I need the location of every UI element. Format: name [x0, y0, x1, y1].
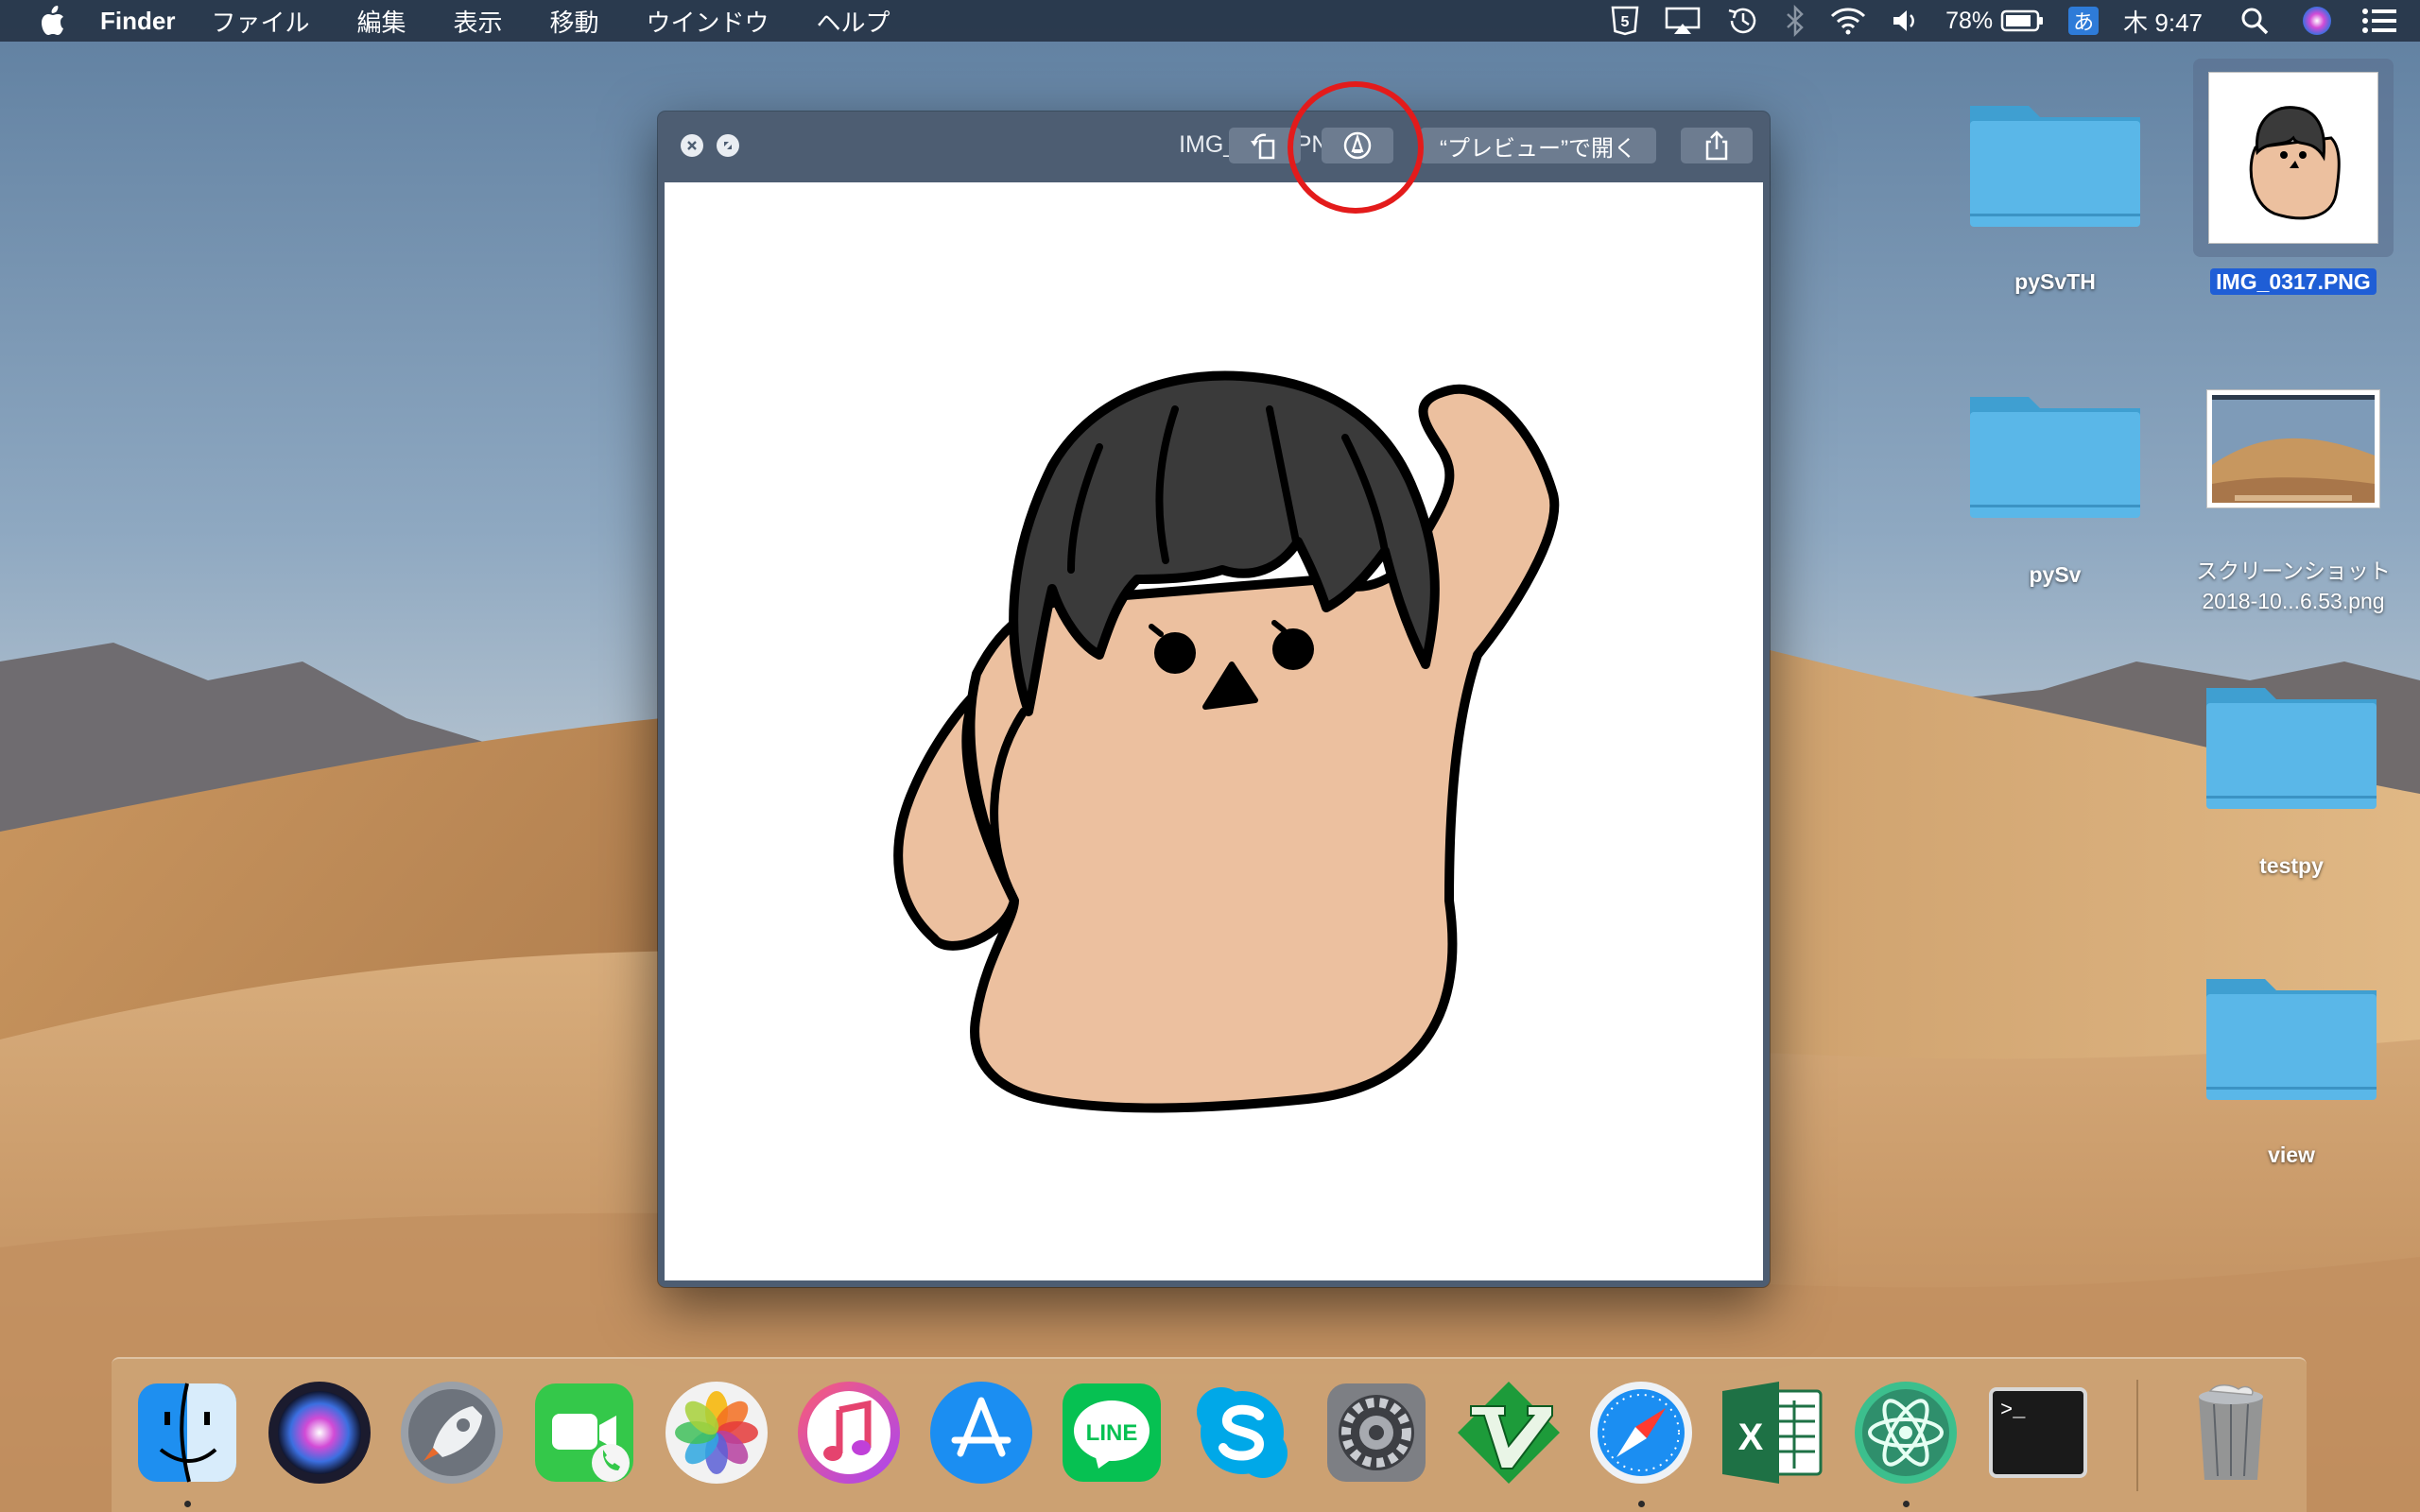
- dock-vim[interactable]: [1454, 1378, 1564, 1487]
- skype-icon: [1197, 1387, 1288, 1478]
- dock-facetime[interactable]: [529, 1378, 639, 1487]
- desktop-folder-pysvth[interactable]: pySvTH: [1961, 83, 2150, 301]
- screenshot-thumbnail-icon: [2206, 389, 2380, 508]
- finder-icon: [138, 1383, 236, 1483]
- dock-line[interactable]: LINE: [1057, 1378, 1167, 1487]
- facetime-icon: [535, 1383, 633, 1482]
- folder-icon: [1970, 397, 2140, 518]
- terminal-icon: >_: [1989, 1387, 2087, 1478]
- menu-view[interactable]: 表示: [453, 4, 502, 39]
- close-button[interactable]: [681, 134, 703, 157]
- airplay-icon[interactable]: [1664, 0, 1702, 42]
- dock-system-preferences[interactable]: [1322, 1378, 1431, 1487]
- desktop-folder-testpy[interactable]: testpy: [2197, 665, 2386, 883]
- quick-look-window: IMG_0317.PNG “プレビュー”で開く: [658, 112, 1770, 1287]
- siri-icon: [268, 1382, 371, 1484]
- folder-icon: [2206, 688, 2377, 809]
- folder-icon: [1970, 106, 2140, 227]
- desktop-icon-label-line2: 2018-10...6.53.png: [2202, 589, 2385, 613]
- atom-icon: [1855, 1382, 1957, 1484]
- line-logo-text: LINE: [1086, 1420, 1138, 1446]
- menu-bar-status-area: 5 78% あ 木 9:47: [1586, 0, 2420, 42]
- excel-logo-text: X: [1738, 1417, 1764, 1458]
- fullscreen-icon: [724, 142, 732, 149]
- quick-look-preview-area: [665, 182, 1763, 1280]
- excel-icon: X: [1722, 1382, 1823, 1484]
- dock-launchpad[interactable]: [397, 1378, 507, 1487]
- close-icon: [687, 141, 697, 150]
- desktop-file-screenshot[interactable]: スクリーンショット 2018-10...6.53.png: [2196, 386, 2391, 622]
- itunes-music-icon: [798, 1382, 900, 1484]
- dock-finder[interactable]: [132, 1378, 242, 1487]
- menu-bar: Finder ファイル 編集 表示 移動 ウインドウ ヘルプ 5 78% あ 木…: [0, 0, 2420, 42]
- dock-app-store[interactable]: [926, 1378, 1036, 1487]
- desktop-icon-label: view: [2268, 1143, 2315, 1167]
- time-machine-icon[interactable]: [1726, 0, 1760, 42]
- svg-text:5: 5: [1621, 14, 1630, 30]
- battery-icon[interactable]: [2000, 0, 2044, 42]
- gear-icon: [1327, 1383, 1426, 1482]
- rotate-left-icon: [1251, 133, 1275, 160]
- image-thumbnail-icon: [2208, 72, 2378, 244]
- dock-atom[interactable]: [1851, 1378, 1961, 1487]
- photos-icon: [666, 1382, 768, 1484]
- desktop-folder-view[interactable]: view: [2197, 956, 2386, 1174]
- terminal-prompt-text: >_: [2000, 1399, 2026, 1422]
- menu-help[interactable]: ヘルプ: [817, 4, 890, 39]
- notification-center-icon[interactable]: [2361, 0, 2397, 42]
- wifi-icon[interactable]: [1830, 0, 1866, 42]
- dock-siri[interactable]: [265, 1378, 374, 1487]
- dock: LINE X >_: [112, 1357, 2307, 1512]
- quick-look-titlebar[interactable]: IMG_0317.PNG “プレビュー”で開く: [658, 112, 1770, 180]
- menu-go[interactable]: 移動: [550, 4, 599, 39]
- menu-window[interactable]: ウインドウ: [647, 4, 769, 39]
- running-indicator: [184, 1501, 191, 1507]
- dock-terminal[interactable]: >_: [1983, 1378, 2093, 1487]
- trash-icon: [2199, 1384, 2263, 1480]
- desktop-file-img-0317[interactable]: IMG_0317.PNG: [2193, 59, 2394, 304]
- app-store-icon: [930, 1382, 1032, 1484]
- dock-photos[interactable]: [662, 1378, 771, 1487]
- character-illustration: [893, 370, 1560, 1113]
- dock-trash[interactable]: [2176, 1378, 2286, 1487]
- dock-safari[interactable]: [1586, 1378, 1696, 1487]
- vim-icon: [1458, 1382, 1560, 1484]
- menu-edit[interactable]: 編集: [356, 4, 406, 39]
- selected-file-name: IMG_0317.PNG: [2210, 268, 2377, 295]
- spotlight-search-icon[interactable]: [2240, 0, 2269, 42]
- desktop-folder-pysv[interactable]: pySv: [1961, 374, 2150, 592]
- menu-file[interactable]: ファイル: [211, 4, 309, 39]
- desktop-icon-label: testpy: [2259, 853, 2324, 878]
- menu-bar-clock[interactable]: 木 9:47: [2123, 4, 2203, 39]
- html5-icon[interactable]: 5: [1611, 0, 1639, 42]
- dock-excel[interactable]: X: [1717, 1378, 1826, 1487]
- desktop-icon-label: pySvTH: [2014, 269, 2096, 294]
- share-icon: [1705, 130, 1728, 161]
- running-indicator: [1903, 1501, 1910, 1507]
- bluetooth-icon[interactable]: [1785, 0, 1806, 42]
- dock-separator: [2136, 1380, 2138, 1491]
- fullscreen-button[interactable]: [717, 134, 739, 157]
- siri-icon[interactable]: [2301, 0, 2333, 42]
- dock-itunes[interactable]: [794, 1378, 904, 1487]
- share-button[interactable]: [1681, 128, 1753, 163]
- open-with-preview-button[interactable]: “プレビュー”で開く: [1420, 128, 1656, 163]
- safari-compass-icon: [1590, 1382, 1692, 1484]
- line-messenger-icon: LINE: [1063, 1383, 1161, 1482]
- input-method-label: あ: [2068, 7, 2100, 35]
- desktop-icon-label: pySv: [2029, 562, 2082, 587]
- dock-skype[interactable]: [1187, 1378, 1297, 1487]
- menu-app-finder[interactable]: Finder: [100, 7, 175, 36]
- desktop-icon-label: スクリーンショット: [2196, 558, 2391, 583]
- running-indicator: [1638, 1501, 1645, 1507]
- annotation-highlight-circle: [1288, 81, 1424, 214]
- launchpad-rocket-icon: [401, 1382, 503, 1484]
- volume-icon[interactable]: [1891, 0, 1921, 42]
- desktop-icon-label-selected: IMG_0317.PNG: [2170, 266, 2416, 297]
- input-method-icon[interactable]: あ: [2068, 0, 2100, 42]
- folder-icon: [2206, 979, 2377, 1100]
- battery-percent[interactable]: 78%: [1945, 0, 1993, 42]
- apple-menu-icon[interactable]: [38, 5, 66, 37]
